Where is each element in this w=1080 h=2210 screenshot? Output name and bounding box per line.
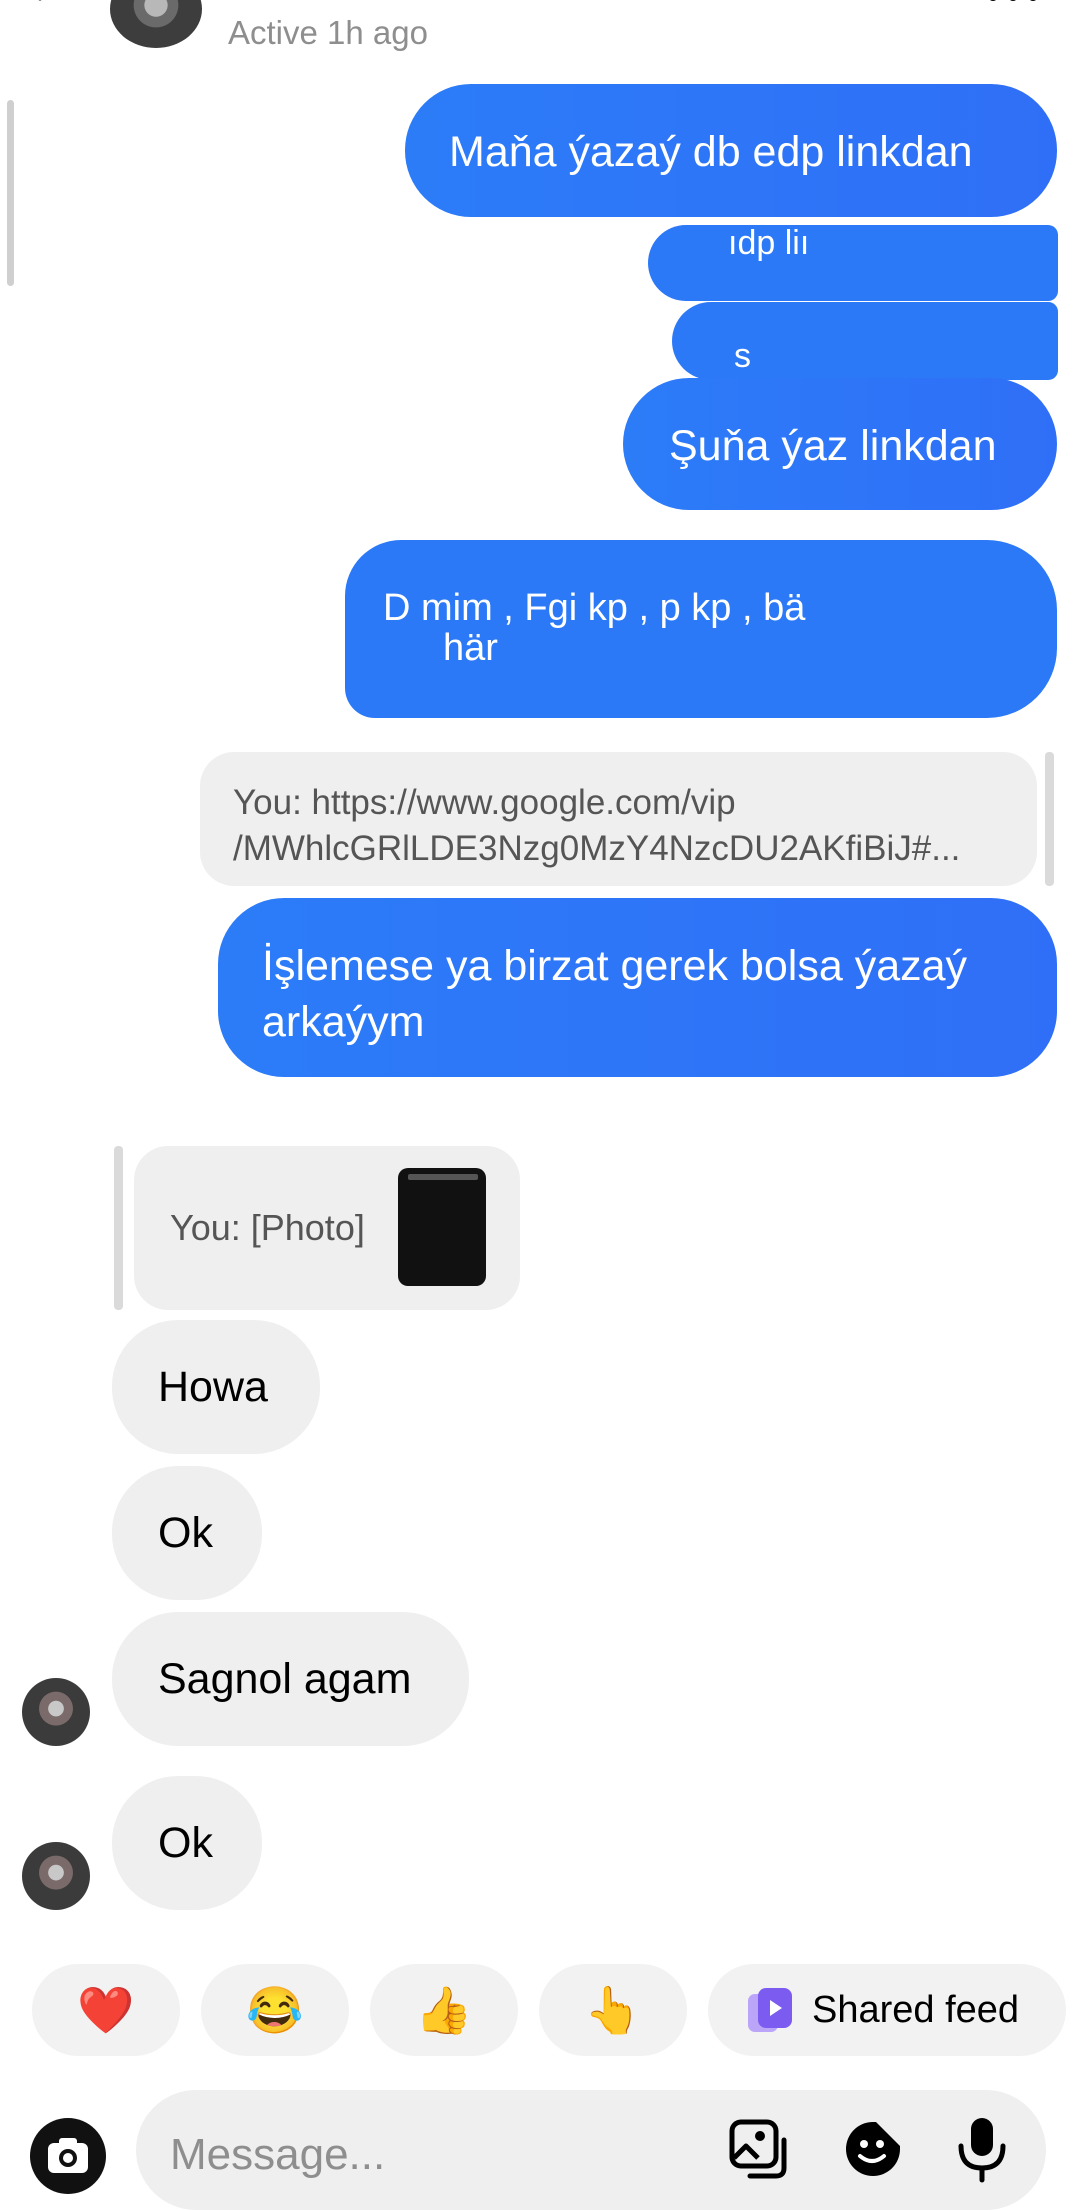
incoming-message[interactable]: Ok <box>112 1776 262 1910</box>
message-text: s <box>734 337 751 375</box>
heart-icon: ❤️ <box>77 1983 135 2036</box>
message-text: Şuňa ýaz linkdan <box>669 422 997 470</box>
more-dots-icon[interactable] <box>985 0 1041 2</box>
sender-avatar[interactable] <box>22 1678 90 1746</box>
message-text: Howa <box>158 1363 268 1411</box>
link-preview-line: You: https://www.google.com/vip <box>233 783 736 822</box>
message-text: Ok <box>158 1819 213 1867</box>
active-status: Active 1h ago <box>228 14 428 51</box>
shared-feed-icon <box>748 1988 792 2032</box>
shared-feed-label: Shared feed <box>812 1988 1020 2031</box>
link-preview-line: /MWhlcGRlLDE3Nzg0MzY4NzcDU2AKfiBiJ#... <box>233 829 961 868</box>
camera-button[interactable] <box>30 2118 106 2194</box>
photo-reply-label: You: [Photo] <box>170 1207 365 1248</box>
sticker-icon[interactable] <box>842 2118 904 2180</box>
outgoing-message-glitched[interactable]: s <box>672 302 1058 380</box>
message-text: Maňa ýazaý db edp linkdan <box>449 128 973 176</box>
message-text: D mim , Fgi kp , p kp , bä <box>383 587 806 629</box>
outgoing-message-glitched[interactable]: ıdp liı <box>648 225 1058 301</box>
camera-icon <box>48 2138 88 2173</box>
sender-avatar[interactable] <box>22 1842 90 1910</box>
incoming-message[interactable]: Howa <box>112 1320 320 1454</box>
quick-reaction-laugh[interactable]: 😂 <box>201 1964 349 2056</box>
shared-feed-button[interactable]: Shared feed <box>708 1964 1066 2056</box>
chat-header: Active 1h ago <box>0 0 1080 60</box>
message-text: ıdp liı <box>728 225 810 262</box>
pointing-hand-icon: 👆 <box>584 1983 642 2036</box>
gallery-icon[interactable] <box>728 2118 790 2180</box>
reply-indicator-bar <box>1045 752 1054 886</box>
message-text: Ok <box>158 1509 213 1557</box>
reply-indicator-bar <box>114 1146 123 1310</box>
incoming-message[interactable]: Sagnol agam <box>112 1612 469 1746</box>
photo-thumbnail[interactable] <box>398 1168 486 1286</box>
scroll-indicator[interactable] <box>7 100 14 286</box>
quick-reaction-thumbs-up[interactable]: 👍 <box>370 1964 518 2056</box>
message-text: Sagnol agam <box>158 1655 412 1703</box>
outgoing-message[interactable]: İşlemese ya birzat gerek bolsa ýazaý ark… <box>218 898 1057 1077</box>
microphone-icon[interactable] <box>955 2114 1009 2184</box>
quick-reaction-heart[interactable]: ❤️ <box>32 1964 180 2056</box>
thumbs-up-icon: 👍 <box>415 1983 473 2036</box>
message-input[interactable] <box>170 2130 730 2180</box>
laugh-emoji-icon: 😂 <box>246 1983 304 2036</box>
message-text: İşlemese ya birzat gerek bolsa ýazaý ark… <box>262 942 968 1046</box>
outgoing-message[interactable]: Şuňa ýaz linkdan <box>623 378 1057 510</box>
contact-avatar[interactable] <box>110 0 202 48</box>
message-text: här <box>443 627 498 669</box>
incoming-message[interactable]: Ok <box>112 1466 262 1600</box>
back-arrow-icon[interactable] <box>28 0 72 18</box>
link-reply-preview[interactable]: You: https://www.google.com/vip /MWhlcGR… <box>200 752 1037 886</box>
outgoing-message[interactable]: Maňa ýazaý db edp linkdan <box>405 84 1057 217</box>
quick-reaction-point[interactable]: 👆 <box>539 1964 687 2056</box>
photo-thumbnail-detail <box>408 1174 478 1180</box>
outgoing-message-glitched[interactable]: D mim , Fgi kp , p kp , bä här <box>345 540 1057 718</box>
